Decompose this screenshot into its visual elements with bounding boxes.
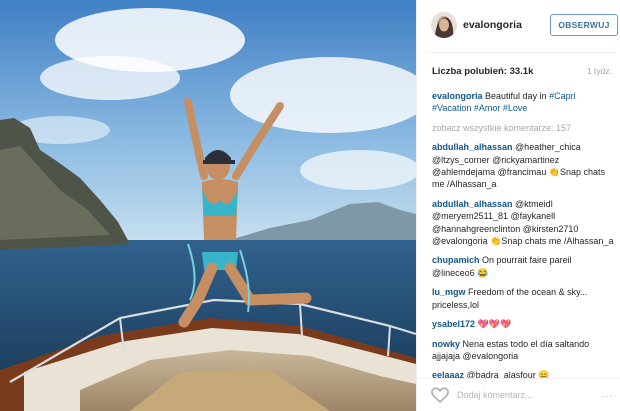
comment-footer: Dodaj komentarz... ... — [417, 378, 620, 411]
caption-username[interactable]: evalongoria — [432, 91, 483, 101]
comment-username[interactable]: abdullah_alhassan — [432, 142, 513, 152]
post-photo[interactable] — [0, 0, 416, 411]
post-username[interactable]: evalongoria — [463, 19, 522, 31]
like-count[interactable]: Liczba polubień: 33.1k — [432, 66, 533, 77]
comment-username[interactable]: abdullah_alhassan — [432, 199, 513, 209]
comment-text: 💖💖💖 — [477, 319, 512, 330]
avatar[interactable] — [431, 12, 457, 38]
caption-text: Beautiful day in — [485, 91, 547, 101]
post-age[interactable]: 1 tydz. — [587, 66, 612, 76]
comment-username[interactable]: lu_mgw — [432, 287, 466, 297]
post-sidebar: evalongoria OBSERWUJ Liczba polubień: 33… — [416, 0, 620, 411]
comment-username[interactable]: chupamich — [432, 255, 480, 265]
add-comment-input[interactable]: Dodaj komentarz... — [457, 390, 533, 400]
header-divider — [427, 52, 615, 53]
heart-icon[interactable] — [431, 387, 449, 403]
caption: evalongoria Beautiful day in #Capri #Vac… — [432, 90, 616, 115]
comment-item: nowky Nena estas todo el día saltando aj… — [432, 338, 616, 363]
comment-item: ysabel172 💖💖💖 — [432, 318, 616, 330]
comment-username[interactable]: ysabel172 — [432, 319, 475, 329]
comment-username[interactable]: nowky — [432, 339, 460, 349]
photo-scene — [0, 0, 416, 411]
comment-item: lu_mgw Freedom of the ocean & sky... pri… — [432, 286, 616, 311]
comment-item: chupamich On pourrait faire pareil @line… — [432, 254, 616, 279]
ellipsis-icon[interactable]: ... — [602, 389, 613, 400]
comment-item: abdullah_alhassan @heather_chica @ltzys_… — [432, 141, 616, 191]
comment-item: abdullah_alhassan @ktmeidl @meryem2511_8… — [432, 198, 616, 248]
comment-list: evalongoria Beautiful day in #Capri #Vac… — [432, 90, 616, 408]
avatar-photo-icon — [431, 12, 457, 38]
post-header: evalongoria OBSERWUJ — [417, 0, 620, 52]
view-all-comments-link[interactable]: zobacz wszystkie komentarze: 157 — [432, 122, 616, 134]
follow-button[interactable]: OBSERWUJ — [550, 14, 618, 36]
